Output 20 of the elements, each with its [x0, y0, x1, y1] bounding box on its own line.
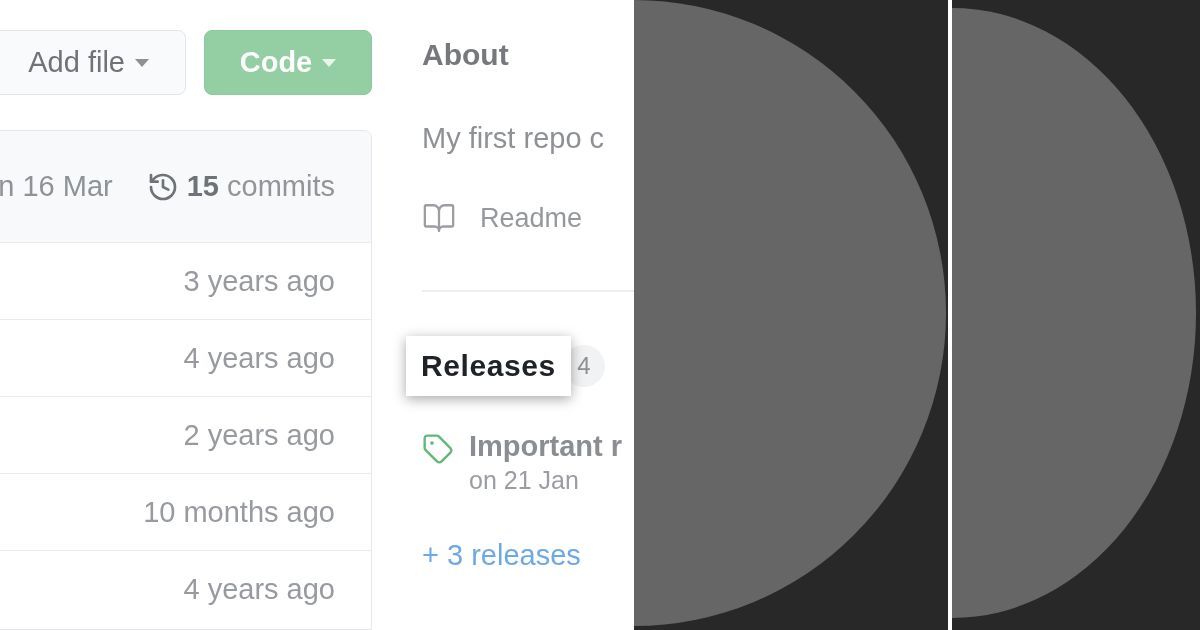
commit-date: n 16 Mar	[0, 170, 113, 203]
more-releases-link[interactable]: + 3 releases	[422, 537, 634, 573]
repo-description: My first repo c	[422, 121, 606, 156]
readme-link[interactable]: Readme	[422, 200, 634, 236]
releases-heading: Releases	[406, 336, 571, 396]
code-button[interactable]: Code	[204, 30, 372, 95]
book-icon	[422, 201, 456, 235]
commit-age: 2 years ago	[183, 418, 335, 452]
add-file-button[interactable]: Add file	[0, 30, 186, 95]
caret-icon	[135, 58, 149, 67]
commits-link[interactable]: 15 commits	[146, 170, 335, 203]
commit-age: 10 months ago	[143, 495, 335, 529]
commit-age: 4 years ago	[183, 572, 335, 606]
release-date: on 21 Jan	[469, 465, 580, 496]
caret-icon	[322, 58, 337, 67]
tag-icon	[422, 433, 454, 465]
commit-age: 3 years ago	[183, 264, 335, 298]
release-name[interactable]: Important r	[469, 428, 623, 464]
commit-age: 4 years ago	[183, 341, 335, 375]
about-heading: About	[422, 37, 510, 73]
